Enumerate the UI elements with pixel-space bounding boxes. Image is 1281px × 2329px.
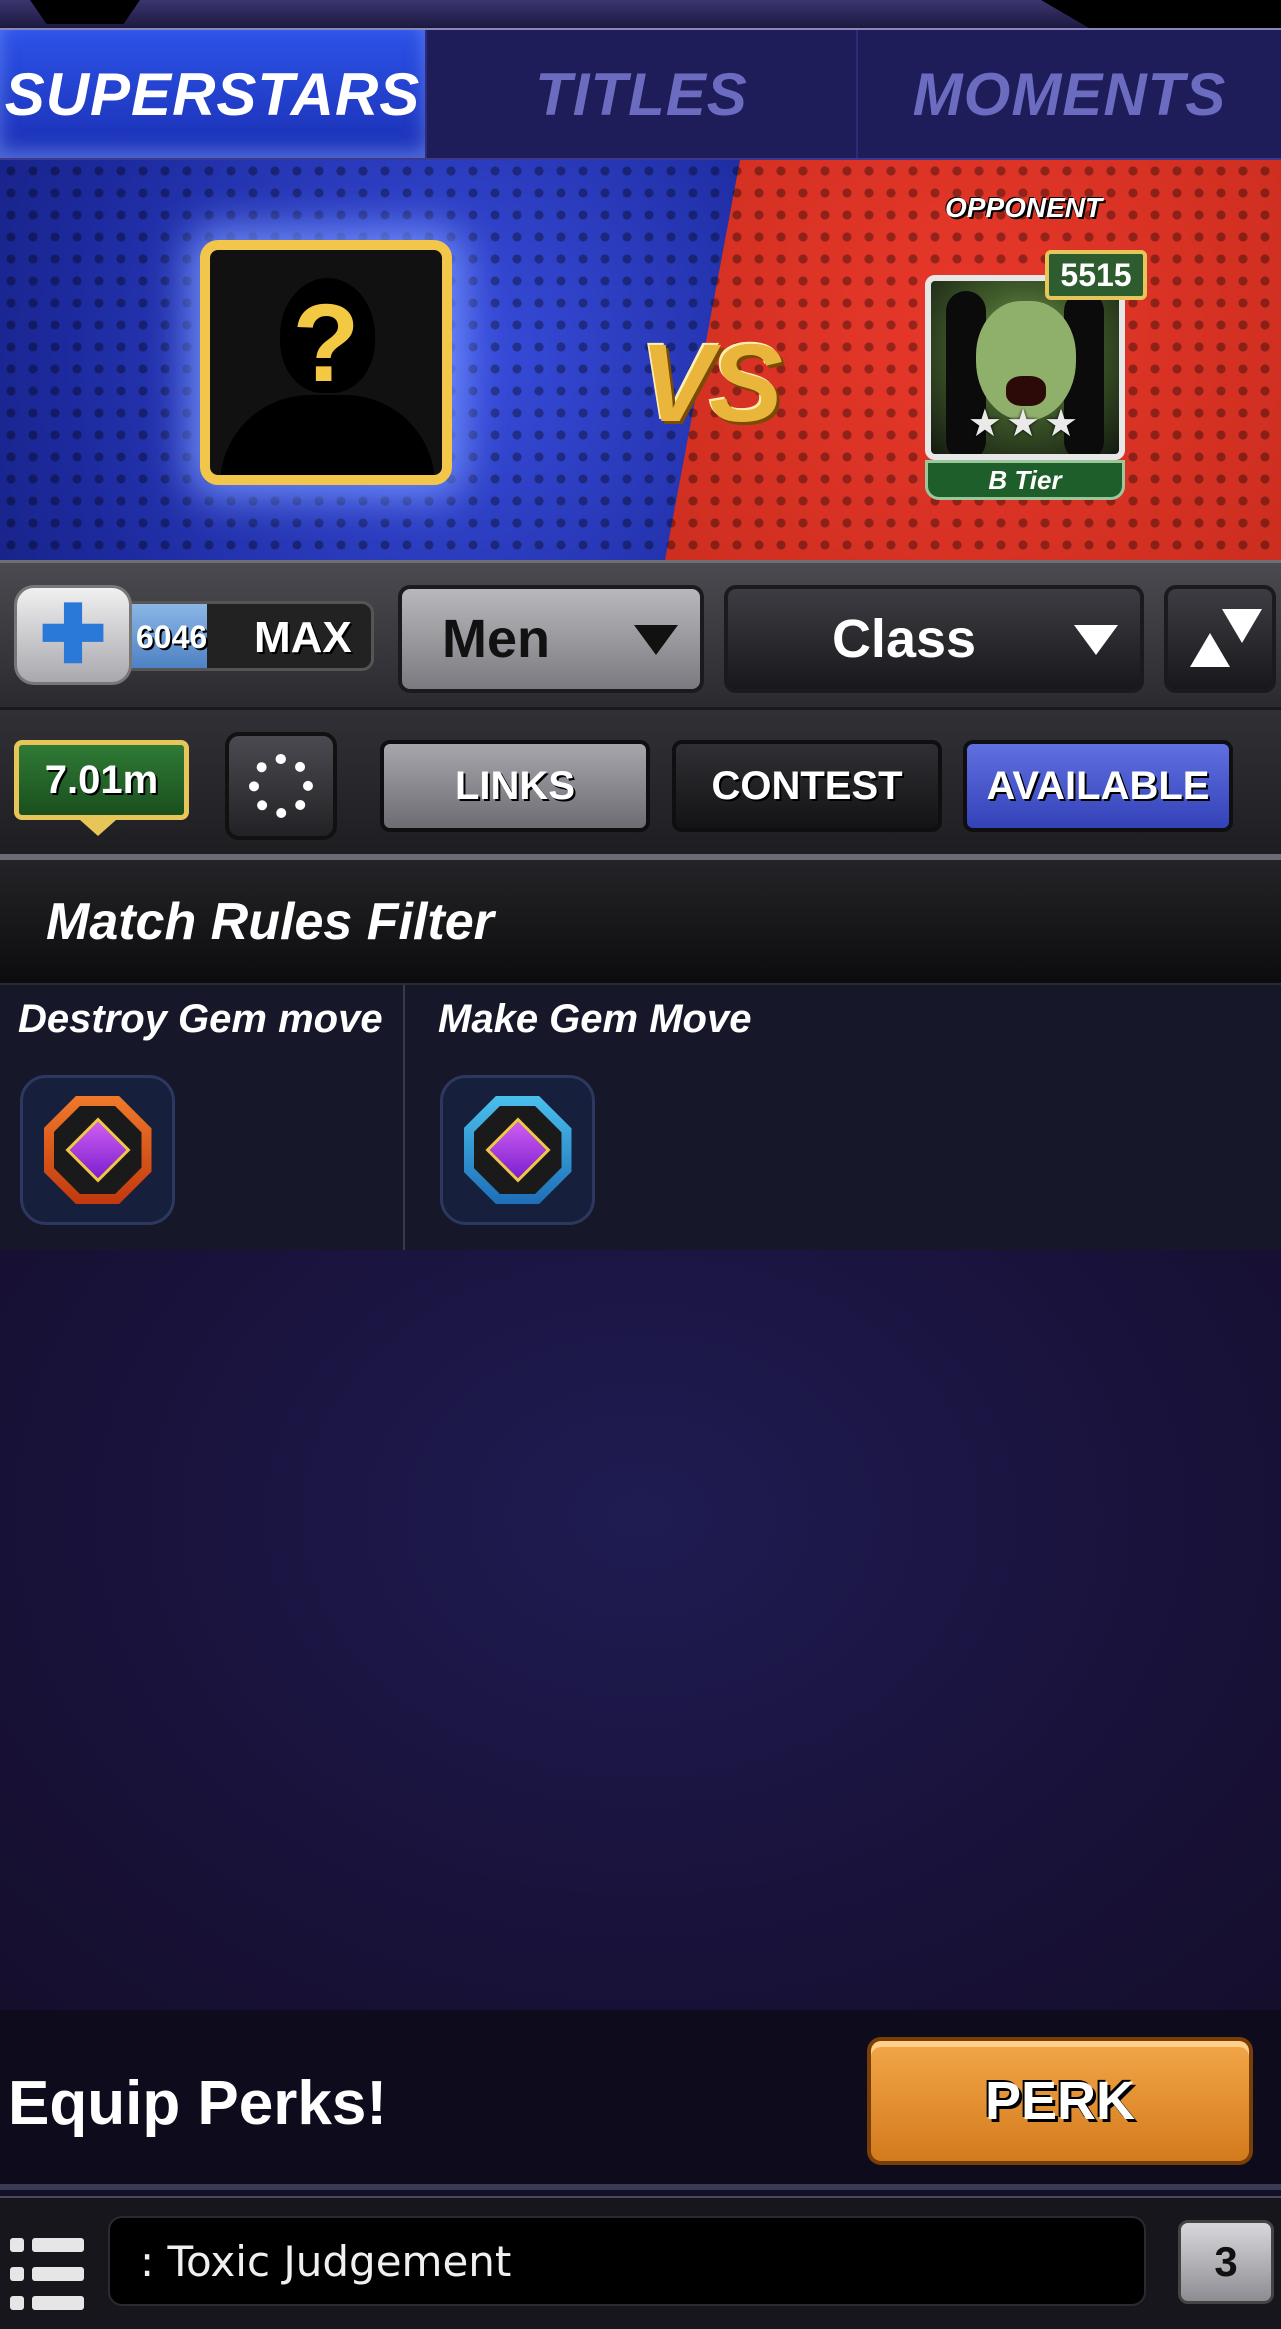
roster-empty-area [0, 1250, 1281, 2010]
gem-diamond [484, 1117, 551, 1183]
perk-button[interactable]: PERK [867, 2037, 1253, 2165]
recycle-icon [249, 754, 313, 818]
sort-down-icon [1222, 609, 1262, 643]
plus-icon: ✚ [39, 590, 107, 679]
action-bar: 7.01m LINKS CONTEST AVAILABLE [0, 710, 1281, 860]
chat-bar: : Toxic Judgement 3 [0, 2196, 1281, 2329]
contest-filter-button[interactable]: CONTEST [672, 740, 942, 832]
opponent-tier-badge: B Tier [925, 460, 1125, 500]
opponent-power-badge: 5515 [1045, 250, 1147, 300]
opponent-label: OPPONENT [945, 192, 1103, 223]
gem-inner [473, 1106, 562, 1194]
available-filter-button[interactable]: AVAILABLE [963, 740, 1233, 832]
perk-bar: Equip Perks! PERK [0, 2010, 1281, 2190]
menu-row [10, 2296, 84, 2310]
tab-titles[interactable]: TITLES [425, 30, 856, 158]
match-rules-title: Match Rules Filter [46, 893, 494, 951]
chevron-down-icon [634, 625, 678, 655]
make-gem-icon [463, 1096, 572, 1204]
match-rules-list: Destroy Gem move Make Gem Move [0, 985, 1281, 1250]
boost-meter[interactable]: ✚ 6046 MAX [14, 585, 379, 685]
equip-perks-label: Equip Perks! [8, 2069, 387, 2138]
class-select-value: Class [831, 609, 977, 669]
rule-destroy-gem[interactable]: Destroy Gem move [0, 985, 405, 1250]
opponent-portrait[interactable]: ★★★ [925, 275, 1125, 460]
menu-row [10, 2238, 84, 2252]
rule-make-gem[interactable]: Make Gem Move [420, 985, 920, 1250]
class-select[interactable]: Class [724, 585, 1144, 693]
star-rating: ★★★ [967, 403, 1083, 445]
match-rules-header: Match Rules Filter [0, 860, 1281, 985]
menu-row [10, 2267, 84, 2281]
links-filter-button[interactable]: LINKS [380, 740, 650, 832]
rule-label: Destroy Gem move [18, 997, 383, 1041]
versus-banner: ? VS OPPONENT ★★★ 5515 B Tier [0, 160, 1281, 560]
player-slot-card[interactable]: ? [200, 240, 452, 485]
destroy-gem-icon [43, 1096, 152, 1204]
top-strip [0, 0, 1281, 30]
top-notch-left [30, 0, 140, 24]
tab-superstars[interactable]: SUPERSTARS [0, 30, 425, 158]
gem-diamond [64, 1117, 131, 1183]
cash-badge-pointer [80, 820, 116, 836]
boost-value: 6046 [136, 619, 208, 655]
rule-label: Make Gem Move [438, 997, 752, 1041]
chevron-down-icon [1074, 625, 1118, 655]
rule-icon-frame[interactable] [440, 1075, 595, 1225]
chat-count-badge[interactable]: 3 [1178, 2220, 1274, 2304]
rule-icon-frame[interactable] [20, 1075, 175, 1225]
vs-label: VS [640, 322, 783, 445]
boost-plus-icon[interactable]: ✚ [14, 585, 132, 685]
gender-select-value: Men [442, 609, 550, 669]
question-mark-icon: ? [292, 282, 360, 405]
main-tabs: SUPERSTARS TITLES MOMENTS [0, 30, 1281, 160]
gem-inner [53, 1106, 142, 1194]
recycle-button[interactable] [225, 732, 337, 840]
list-menu-icon[interactable] [10, 2238, 84, 2310]
top-notch-right [1041, 0, 1281, 28]
tab-moments[interactable]: MOMENTS [856, 30, 1281, 158]
gender-select[interactable]: Men [398, 585, 704, 693]
silhouette-shoulders [220, 395, 435, 475]
boost-level: MAX [254, 613, 352, 662]
sort-order-button[interactable] [1164, 585, 1276, 693]
filter-bar: ✚ 6046 MAX Men Class [0, 560, 1281, 710]
cash-badge: 7.01m [14, 740, 189, 820]
chat-message-field[interactable]: : Toxic Judgement [108, 2216, 1146, 2306]
